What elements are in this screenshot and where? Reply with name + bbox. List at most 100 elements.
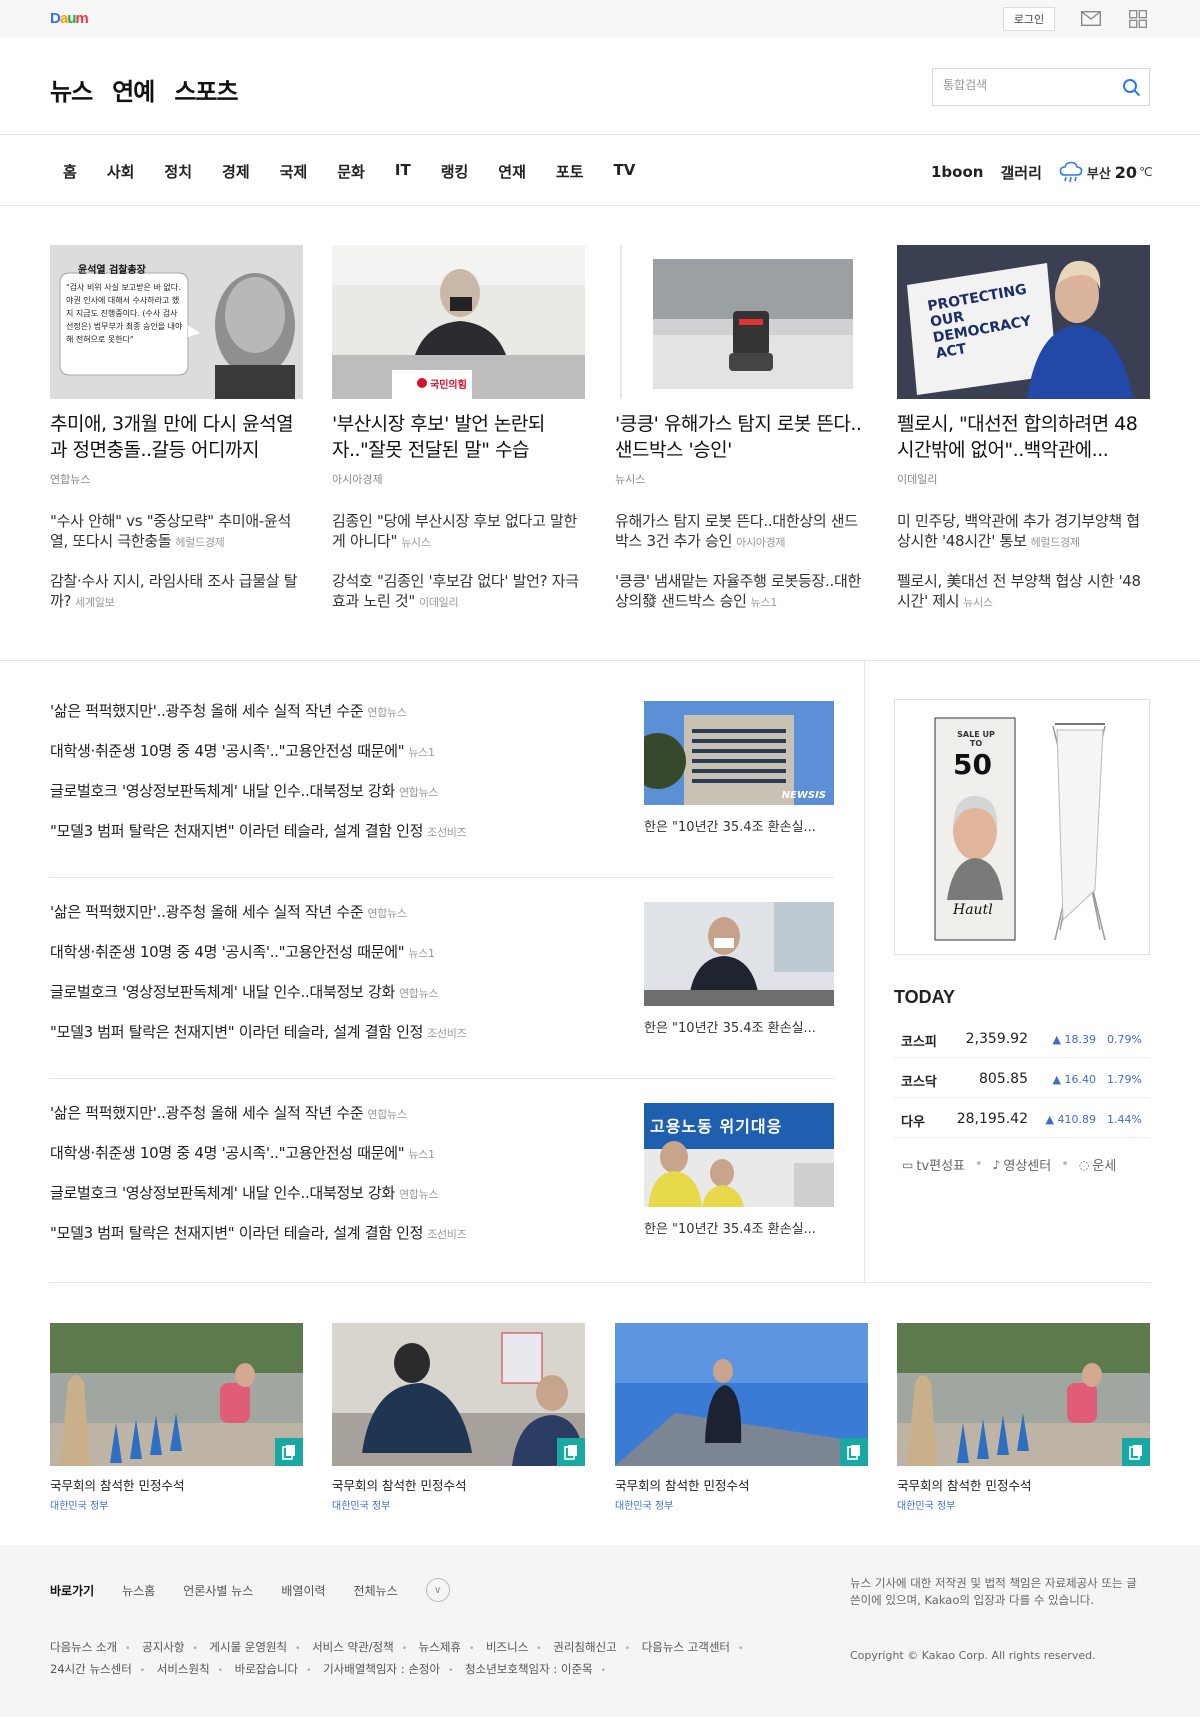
list-item[interactable]: '삶은 퍽퍽했지만'..광주청 올해 세수 실적 작년 수준 연합뉴스 — [50, 902, 640, 942]
fortune-link[interactable]: 운세 — [1092, 1155, 1116, 1174]
footer-link[interactable]: 권리침해신고 — [553, 1637, 630, 1659]
footer-press-news[interactable]: 언론사별 뉴스 — [183, 1582, 253, 1599]
footer-layout-history[interactable]: 배열이력 — [281, 1582, 325, 1599]
nav-photo[interactable]: 포토 — [556, 161, 584, 182]
footer-link[interactable]: 기사배열책임자 : 손정아 — [323, 1659, 453, 1681]
list-item[interactable]: '삶은 퍽퍽했지만'..광주청 올해 세수 실적 작년 수준 연합뉴스 — [50, 1103, 640, 1143]
headline-title[interactable]: 펠로시, "대선전 합의하려면 48시간밖에 없어"..백악관에... — [897, 411, 1150, 463]
nav-society[interactable]: 사회 — [107, 161, 135, 182]
list-item[interactable]: "모델3 범퍼 탈락은 천재지변" 이라던 테슬라, 설계 결함 인정 조선비즈 — [50, 1223, 640, 1263]
photo-source[interactable]: 대한민국 정부 — [50, 1497, 303, 1512]
list-item[interactable]: 대학생·취준생 10명 중 4명 '공시족'.."고용안전성 때문에" 뉴스1 — [50, 741, 640, 781]
stock-row[interactable]: 코스닥 805.85 ▲ 16.40 1.79% — [894, 1058, 1150, 1098]
footer-link[interactable]: 뉴스제휴 — [419, 1637, 475, 1659]
headline-photo[interactable] — [615, 245, 868, 399]
related-article[interactable]: 김종인 "당에 부산시장 후보 없다고 말한 게 아니다" 뉴시스 — [332, 511, 585, 551]
footer-all-news[interactable]: 전체뉴스 — [354, 1582, 398, 1599]
nav-1boon[interactable]: 1boon — [931, 163, 983, 181]
tab-news[interactable]: 뉴스 — [50, 72, 93, 107]
daum-logo[interactable]: Daum — [50, 10, 89, 27]
photo-thumbnail[interactable] — [50, 1323, 303, 1466]
login-button[interactable]: 로그인 — [1003, 7, 1055, 31]
nav-series[interactable]: 연재 — [498, 161, 526, 182]
photo-thumbnail[interactable] — [897, 1323, 1150, 1466]
footer-link[interactable]: 다음뉴스 고객센터 — [642, 1637, 744, 1659]
footer-link[interactable]: 다음뉴스 소개 — [50, 1637, 130, 1659]
nav-it[interactable]: IT — [395, 161, 411, 182]
list-item[interactable]: 대학생·취준생 10명 중 4명 '공시족'.."고용안전성 때문에" 뉴스1 — [50, 1143, 640, 1183]
footer-link[interactable]: 공지사항 — [142, 1637, 198, 1659]
nav-home[interactable]: 홈 — [63, 161, 77, 182]
headline-photo[interactable]: 윤석열 검찰총장 "검사 비위 사실 보고받은 바 없다. 야권 인사에 대해서… — [50, 245, 303, 399]
related-article[interactable]: 펠로시, 美대선 전 부양책 협상 시한 '48시간' 제시 뉴시스 — [897, 571, 1150, 611]
related-article[interactable]: 강석호 "김종인 '후보감 없다' 발언? 자극효과 노린 것" 이데일리 — [332, 571, 585, 611]
search-input[interactable] — [943, 78, 1113, 92]
tab-sports[interactable]: 스포츠 — [174, 72, 238, 107]
nav-world[interactable]: 국제 — [280, 161, 308, 182]
related-article[interactable]: "수사 안해" vs "중상모략" 추미애-윤석열, 또다시 극한충돌 헤럴드경제 — [50, 511, 303, 551]
photo-source[interactable]: 대한민국 정부 — [332, 1497, 585, 1512]
footer-news-home[interactable]: 뉴스홈 — [122, 1582, 155, 1599]
list-item[interactable]: "모델3 범퍼 탈락은 천재지변" 이라던 테슬라, 설계 결함 인정 조선비즈 — [50, 1022, 640, 1062]
headline-title[interactable]: '킁킁' 유해가스 탐지 로봇 뜬다..샌드박스 '승인' — [615, 411, 868, 463]
photo-thumbnail[interactable] — [615, 1323, 868, 1466]
photo-card[interactable]: 국무회의 참석한 민정수석 대한민국 정부 — [897, 1323, 1150, 1512]
photo-source[interactable]: 대한민국 정부 — [897, 1497, 1150, 1512]
nav-economy[interactable]: 경제 — [222, 161, 250, 182]
photo-caption[interactable]: 국무회의 참석한 민정수석 — [615, 1475, 868, 1494]
news-photo[interactable]: 고용노동 위기대응 — [644, 1103, 834, 1207]
nav-ranking[interactable]: 랭킹 — [441, 161, 469, 182]
photo-watermark: NEWSIS — [781, 790, 826, 801]
search-icon[interactable] — [1122, 78, 1141, 97]
footer-link[interactable]: 서비스원칙 — [157, 1659, 223, 1681]
list-title: '삶은 퍽퍽했지만'..광주청 올해 세수 실적 작년 수준 — [50, 702, 364, 720]
nav-culture[interactable]: 문화 — [337, 161, 365, 182]
photo-card[interactable]: 국무회의 참석한 민정수석 대한민국 정부 — [50, 1323, 303, 1512]
tab-entertainment[interactable]: 연예 — [112, 72, 155, 107]
stock-row[interactable]: 코스피 2,359.92 ▲ 18.39 0.79% — [894, 1018, 1150, 1058]
footer-link[interactable]: 서비스 약관/정책 — [312, 1637, 407, 1659]
list-item[interactable]: 글로벌호크 '영상정보판독체계' 내달 인수..대북정보 강화 연합뉴스 — [50, 781, 640, 821]
news-photo-caption[interactable]: 한은 "10년간 35.4조 환손실... — [644, 816, 834, 835]
video-center-link[interactable]: 영상센터 — [1003, 1155, 1051, 1174]
news-photo-caption[interactable]: 한은 "10년간 35.4조 환손실... — [644, 1017, 834, 1036]
chevron-down-icon[interactable]: ∨ — [425, 1578, 450, 1602]
footer-link[interactable]: 바로잡습니다 — [235, 1659, 312, 1681]
headline-title[interactable]: 추미애, 3개월 만에 다시 윤석열과 정면충돌..갈등 어디까지 — [50, 411, 303, 463]
list-item[interactable]: "모델3 범퍼 탈락은 천재지변" 이라던 테슬라, 설계 결함 인정 조선비즈 — [50, 821, 640, 861]
nav-politics[interactable]: 정치 — [164, 161, 192, 182]
weather-city[interactable]: 부산 — [1087, 163, 1111, 182]
related-article[interactable]: 미 민주당, 백악관에 추가 경기부양책 협상시한 '48시간' 통보 헤럴드경제 — [897, 511, 1150, 551]
news-photo[interactable]: NEWSIS — [644, 701, 834, 805]
photo-card[interactable]: 국무회의 참석한 민정수석 대한민국 정부 — [332, 1323, 585, 1512]
nav-gallery[interactable]: 갤러리 — [1000, 162, 1041, 183]
mail-icon[interactable] — [1081, 11, 1101, 26]
footer-link[interactable]: 청소년보호책임자 : 이준목 — [465, 1659, 606, 1681]
list-item[interactable]: 글로벌호크 '영상정보판독체계' 내달 인수..대북정보 강화 연합뉴스 — [50, 982, 640, 1022]
list-item[interactable]: 대학생·취준생 10명 중 4명 '공시족'.."고용안전성 때문에" 뉴스1 — [50, 942, 640, 982]
headline-photo[interactable]: PROTECTING OUR DEMOCRACY ACT — [897, 245, 1150, 399]
nav-tv[interactable]: TV — [614, 161, 636, 182]
related-article[interactable]: '킁킁' 냄새맡는 자율주행 로봇등장..대한상의發 샌드박스 승인 뉴스1 — [615, 571, 868, 611]
footer-link[interactable]: 24시간 뉴스센터 — [50, 1659, 145, 1681]
photo-card[interactable]: 국무회의 참석한 민정수석 대한민국 정부 — [615, 1323, 868, 1512]
stock-row[interactable]: 다우 28,195.42 ▲ 410.89 1.44% — [894, 1098, 1150, 1138]
related-article[interactable]: 감찰·수사 지시, 라임사태 조사 급물살 탈까? 세계일보 — [50, 571, 303, 611]
footer-link[interactable]: 게시물 운영원칙 — [209, 1637, 300, 1659]
footer-link[interactable]: 비즈니스 — [486, 1637, 542, 1659]
photo-caption[interactable]: 국무회의 참석한 민정수석 — [897, 1475, 1150, 1494]
headline-title[interactable]: '부산시장 후보' 발언 논란되자.."잘못 전달된 말" 수습 — [332, 411, 585, 463]
photo-caption[interactable]: 국무회의 참석한 민정수석 — [50, 1475, 303, 1494]
news-photo-caption[interactable]: 한은 "10년간 35.4조 환손실... — [644, 1218, 834, 1237]
news-photo[interactable] — [644, 902, 834, 1006]
related-article[interactable]: 유해가스 탐지 로봇 뜬다..대한상의 샌드박스 3건 추가 승인 아시아경제 — [615, 511, 868, 551]
photo-source[interactable]: 대한민국 정부 — [615, 1497, 868, 1512]
list-item[interactable]: 글로벌호크 '영상정보판독체계' 내달 인수..대북정보 강화 연합뉴스 — [50, 1183, 640, 1223]
headline-photo[interactable]: 국민의힘 — [332, 245, 585, 399]
list-item[interactable]: '삶은 퍽퍽했지만'..광주청 올해 세수 실적 작년 수준 연합뉴스 — [50, 701, 640, 741]
ad-banner[interactable]: SALE UP TO 50 Hautl — [894, 699, 1150, 955]
apps-grid-icon[interactable] — [1129, 10, 1147, 28]
tv-schedule-link[interactable]: tv편성표 — [916, 1155, 965, 1174]
photo-thumbnail[interactable] — [332, 1323, 585, 1466]
photo-caption[interactable]: 국무회의 참석한 민정수석 — [332, 1475, 585, 1494]
